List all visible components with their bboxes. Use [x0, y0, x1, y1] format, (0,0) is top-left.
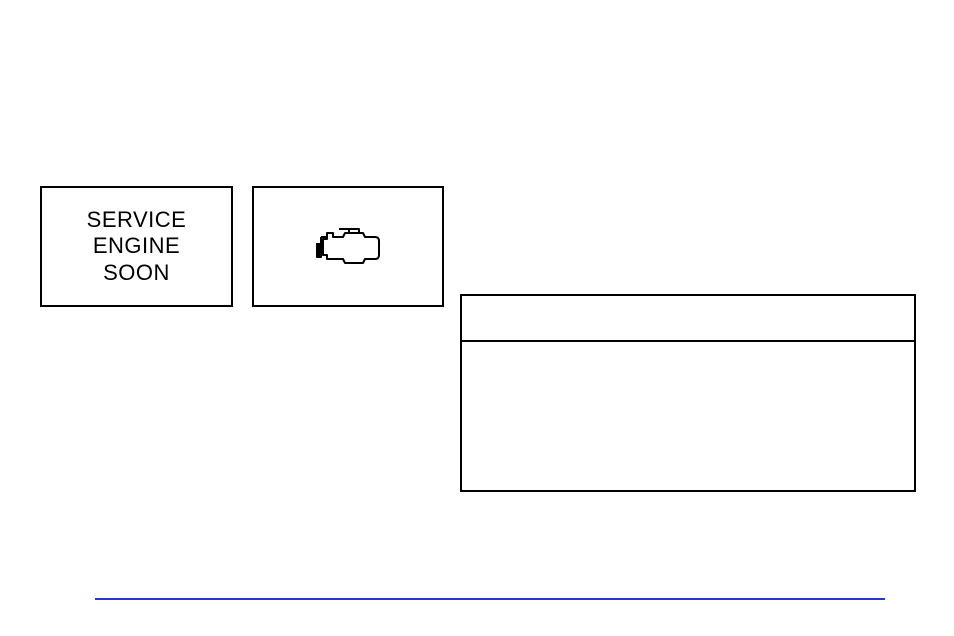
indicator-text-line3: SOON: [103, 260, 170, 286]
content-box: [460, 294, 916, 492]
indicator-text-line2: ENGINE: [93, 233, 180, 259]
footer-divider: [95, 598, 885, 600]
indicator-text-line1: SERVICE: [87, 207, 187, 233]
engine-icon: [313, 225, 383, 269]
content-box-header: [462, 296, 914, 342]
service-engine-soon-indicator: SERVICE ENGINE SOON: [40, 186, 233, 307]
engine-icon-indicator: [252, 186, 444, 307]
